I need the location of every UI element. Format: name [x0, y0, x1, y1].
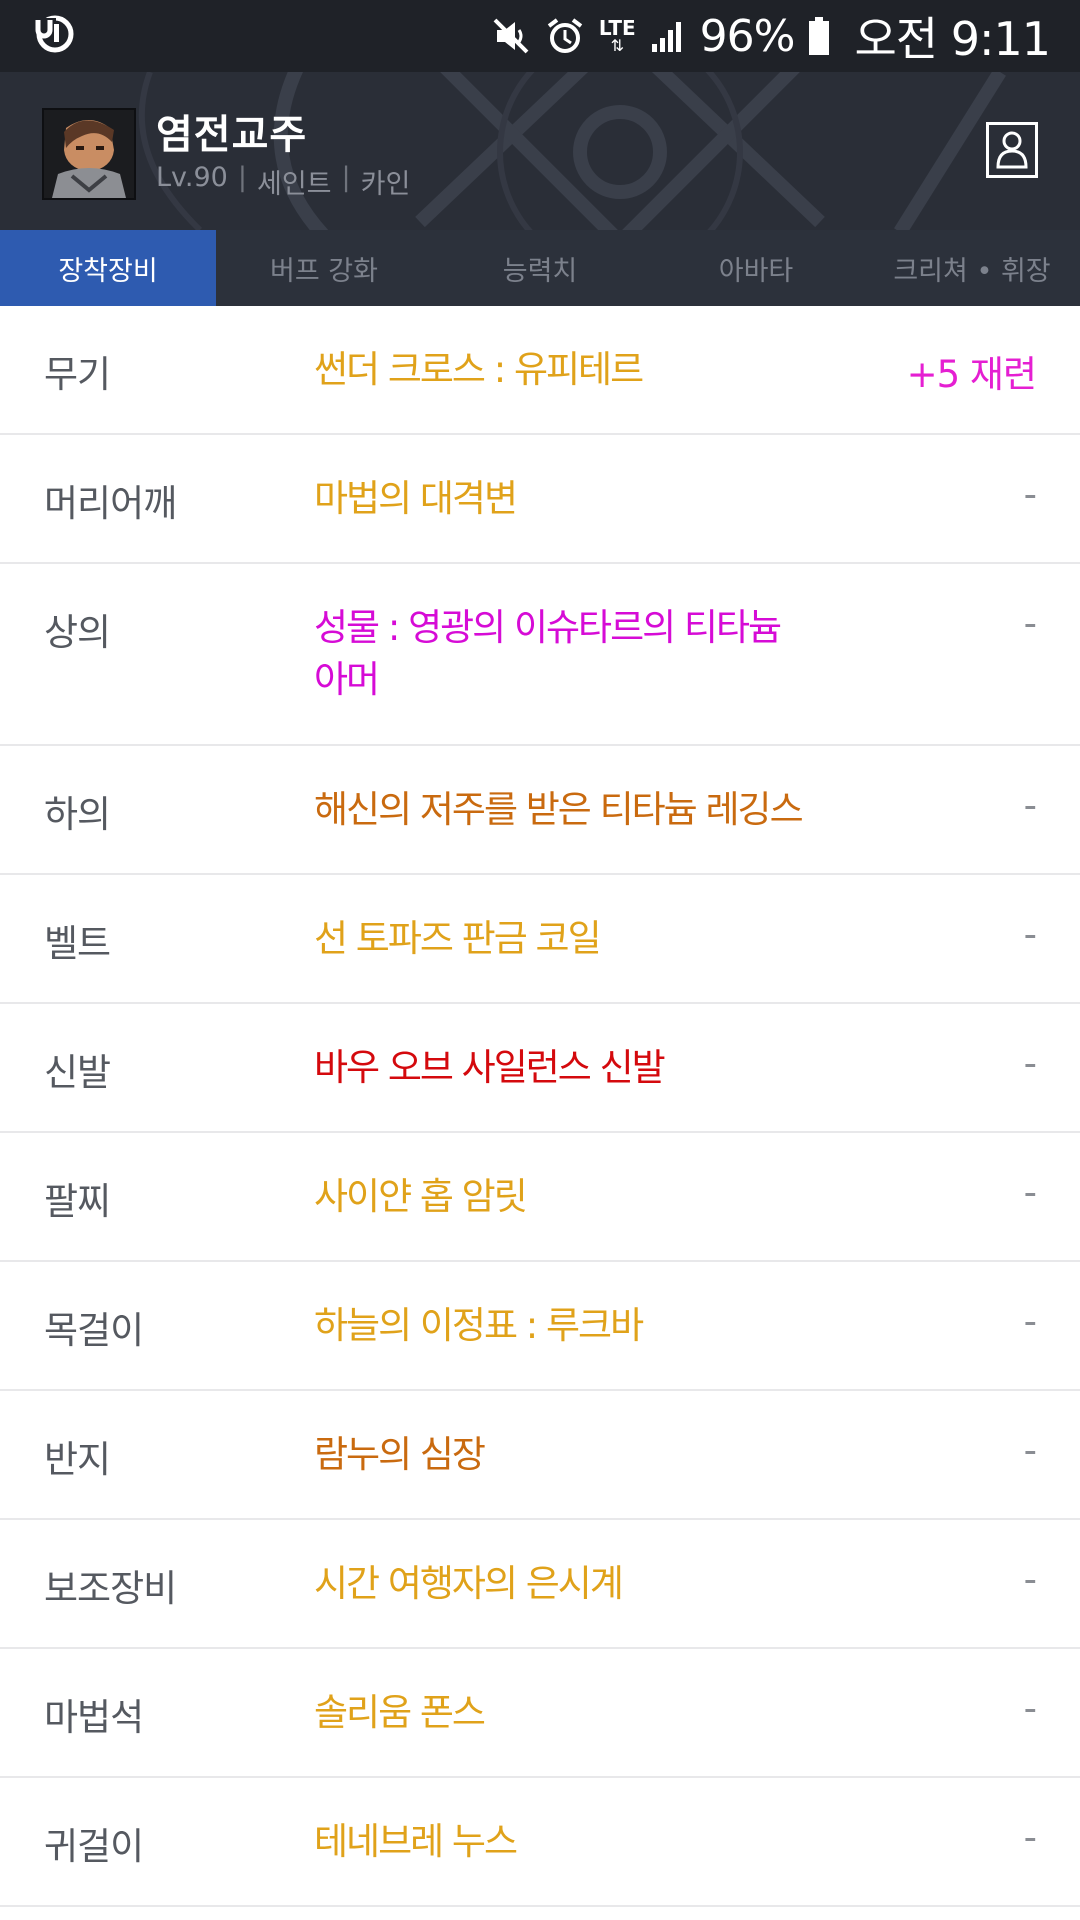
item-upgrade: -: [1023, 1429, 1037, 1472]
equipment-row-shoes[interactable]: 신발 바우 오브 사일런스 신발 -: [0, 1004, 1080, 1133]
tab-equipment[interactable]: 장착장비: [0, 230, 216, 306]
info-separator: |: [237, 162, 247, 193]
slot-label: 팔찌: [44, 1180, 111, 1223]
character-header: 염전교주 Lv.90 | 세인트 | 카인: [0, 72, 1080, 230]
item-upgrade: -: [1023, 1171, 1037, 1214]
slot-label: 신발: [44, 1051, 111, 1094]
item-name: 성물 : 영광의 이슈타르의 티타늄 아머: [314, 606, 782, 701]
equipment-row-bottom[interactable]: 하의 해신의 저주를 받은 티타늄 레깅스 -: [0, 746, 1080, 875]
item-upgrade: -: [1023, 1687, 1037, 1730]
item-name: 하늘의 이정표 : 루크바: [314, 1304, 644, 1347]
item-upgrade: -: [1023, 1042, 1037, 1085]
item-name: 솔리움 폰스: [314, 1691, 486, 1734]
tab-avatar[interactable]: 아바타: [648, 230, 864, 306]
equipment-row-belt[interactable]: 벨트 선 토파즈 판금 코일 -: [0, 875, 1080, 1004]
item-upgrade: -: [1023, 1558, 1037, 1601]
equipment-row-bracelet[interactable]: 팔찌 사이얀 홉 암릿 -: [0, 1133, 1080, 1262]
tab-bar: 장착장비 버프 강화 능력치 아바타 크리쳐 • 휘장: [0, 230, 1080, 306]
signal-icon: [651, 22, 681, 52]
item-upgrade: -: [1023, 784, 1037, 827]
alarm-icon: [547, 18, 583, 53]
item-name: 마법의 대격변: [314, 477, 518, 520]
character-info: Lv.90 | 세인트 | 카인: [156, 162, 410, 201]
character-server: 카인: [360, 169, 411, 200]
item-upgrade: +5 재련: [906, 353, 1037, 396]
character-name: 염전교주: [156, 112, 308, 158]
slot-label: 목걸이: [44, 1309, 144, 1352]
item-upgrade: -: [1023, 602, 1037, 645]
equipment-row-earring[interactable]: 귀걸이 테네브레 누스 -: [0, 1778, 1080, 1907]
item-name: 람누의 심장: [314, 1433, 486, 1476]
equipment-row-ring[interactable]: 반지 람누의 심장 -: [0, 1391, 1080, 1520]
status-bar: LTE ⇅ 96% 오전 9:11: [0, 0, 1080, 72]
equipment-row-head-shoulder[interactable]: 머리어깨 마법의 대격변 -: [0, 435, 1080, 564]
slot-label: 무기: [44, 353, 111, 396]
slot-label: 보조장비: [44, 1567, 177, 1610]
character-level: Lv.90: [156, 162, 228, 193]
info-separator: |: [341, 162, 351, 193]
person-icon: [996, 131, 1028, 169]
app-logo-icon: [34, 15, 74, 53]
slot-label: 상의: [44, 611, 111, 654]
equipment-row-support[interactable]: 보조장비 시간 여행자의 은시계 -: [0, 1520, 1080, 1649]
slot-label: 귀걸이: [44, 1825, 144, 1868]
item-upgrade: -: [1023, 1300, 1037, 1343]
equipment-row-necklace[interactable]: 목걸이 하늘의 이정표 : 루크바 -: [0, 1262, 1080, 1391]
slot-label: 마법석: [44, 1696, 144, 1739]
tab-buff-enhance[interactable]: 버프 강화: [216, 230, 432, 306]
equipment-row-weapon[interactable]: 무기 썬더 크로스 : 유피테르 +5 재련: [0, 306, 1080, 435]
equipment-row-top[interactable]: 상의 성물 : 영광의 이슈타르의 티타늄 아머 -: [0, 564, 1080, 746]
item-name: 해신의 저주를 받은 티타늄 레깅스: [314, 788, 804, 831]
item-name: 사이얀 홉 암릿: [314, 1175, 528, 1218]
status-icons: LTE ⇅ 96% 오전 9:11: [491, 0, 1051, 72]
battery-percent: 96%: [699, 10, 796, 62]
item-upgrade: -: [1023, 1816, 1037, 1859]
item-name: 테네브레 누스: [314, 1820, 518, 1863]
clock: 오전 9:11: [854, 12, 1051, 66]
character-job: 세인트: [256, 169, 332, 200]
item-name: 바우 오브 사일런스 신발: [314, 1046, 666, 1089]
lte-icon: LTE ⇅: [598, 16, 636, 55]
item-name: 시간 여행자의 은시계: [314, 1562, 624, 1605]
item-name: 선 토파즈 판금 코일: [314, 917, 602, 960]
tab-stats[interactable]: 능력치: [432, 230, 648, 306]
tab-creature-emblem[interactable]: 크리쳐 • 휘장: [864, 230, 1080, 306]
mute-icon: [493, 18, 529, 54]
slot-label: 하의: [44, 793, 111, 836]
item-upgrade: -: [1023, 913, 1037, 956]
equipment-row-magic-stone[interactable]: 마법석 솔리움 폰스 -: [0, 1649, 1080, 1778]
slot-label: 반지: [44, 1438, 111, 1481]
avatar: [42, 108, 136, 200]
battery-icon: [809, 17, 830, 55]
slot-label: 벨트: [44, 922, 111, 965]
equipment-list: 무기 썬더 크로스 : 유피테르 +5 재련 머리어깨 마법의 대격변 - 상의…: [0, 306, 1080, 1907]
item-upgrade: -: [1023, 473, 1037, 516]
slot-label: 머리어깨: [44, 482, 177, 525]
item-name: 썬더 크로스 : 유피테르: [314, 348, 644, 391]
profile-button[interactable]: [986, 122, 1038, 178]
